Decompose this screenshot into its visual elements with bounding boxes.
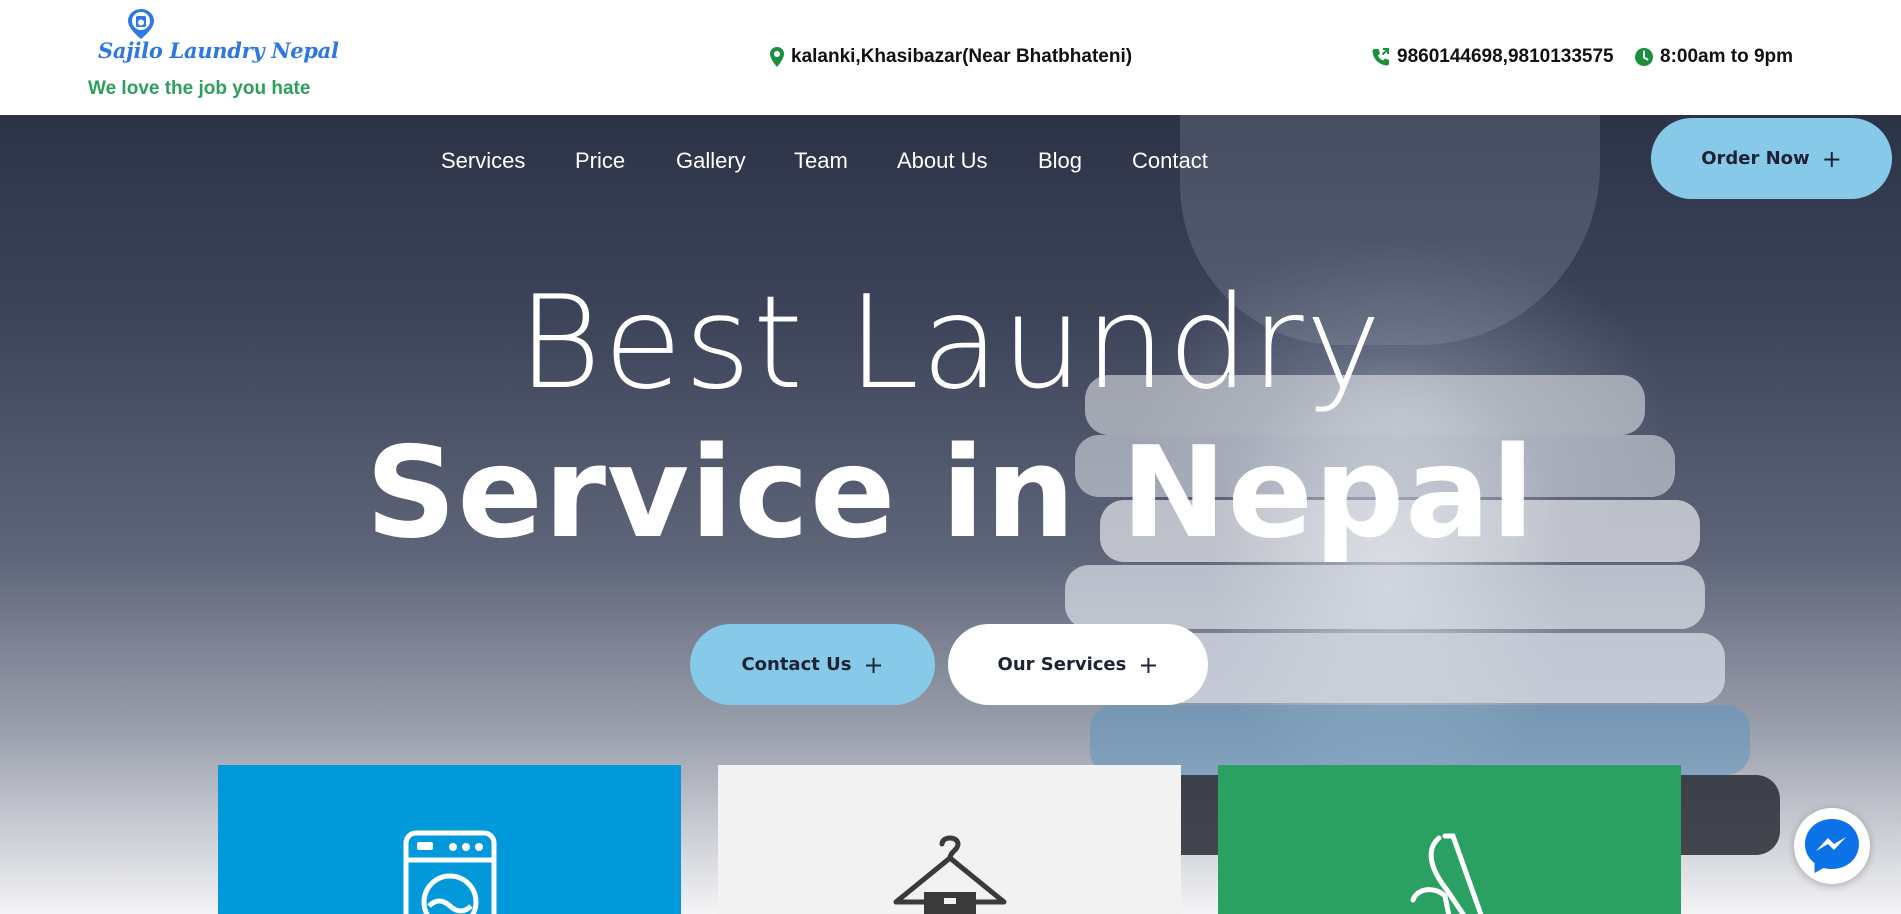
hero-section: Services Price Gallery Team About Us Blo… bbox=[0, 115, 1901, 914]
nav-item-blog[interactable]: Blog bbox=[1038, 148, 1082, 174]
plus-icon: + bbox=[1138, 650, 1159, 679]
our-services-label: Our Services bbox=[997, 654, 1127, 675]
plus-icon: + bbox=[1821, 144, 1842, 173]
nav-item-price[interactable]: Price bbox=[575, 148, 625, 174]
feature-card-washing[interactable] bbox=[218, 765, 681, 914]
logo[interactable]: Sajilo Laundry Nepal bbox=[98, 8, 339, 68]
top-header: Sajilo Laundry Nepal We love the job you… bbox=[0, 0, 1901, 115]
logo-pin-icon bbox=[128, 9, 154, 39]
logo-text: Sajilo Laundry Nepal bbox=[98, 38, 339, 63]
nav-item-about-us[interactable]: About Us bbox=[897, 148, 988, 174]
hours-text: 8:00am to 9pm bbox=[1660, 46, 1794, 67]
iron-icon bbox=[1410, 833, 1483, 914]
clock-icon bbox=[1635, 48, 1653, 66]
tagline: We love the job you hate bbox=[88, 78, 311, 99]
map-pin-icon bbox=[770, 47, 784, 67]
phone-text: 9860144698,9810133575 bbox=[1397, 46, 1614, 67]
messenger-icon bbox=[1805, 819, 1859, 873]
feature-card-ironing[interactable] bbox=[718, 765, 1181, 914]
hours-info: 8:00am to 9pm bbox=[1634, 46, 1793, 68]
messenger-chat-button[interactable] bbox=[1794, 808, 1870, 884]
washing-machine-icon bbox=[403, 830, 496, 914]
plus-icon: + bbox=[863, 650, 884, 679]
feature-card-cleaning[interactable] bbox=[1218, 765, 1681, 914]
hero-title-line1: Best Laundry bbox=[517, 269, 1384, 418]
address-info: kalanki,Khasibazar(Near Bhatbhateni) bbox=[769, 46, 1132, 68]
phone-info[interactable]: 9860144698,9810133575 bbox=[1371, 46, 1614, 68]
contact-us-button[interactable]: Contact Us + bbox=[690, 624, 935, 705]
hanger-icon bbox=[893, 835, 1006, 914]
our-services-button[interactable]: Our Services + bbox=[948, 624, 1208, 705]
nav-item-contact[interactable]: Contact bbox=[1132, 148, 1208, 174]
address-text: kalanki,Khasibazar(Near Bhatbhateni) bbox=[791, 46, 1133, 67]
order-now-label: Order Now bbox=[1701, 148, 1810, 169]
nav-item-team[interactable]: Team bbox=[794, 148, 848, 174]
phone-icon bbox=[1372, 48, 1389, 66]
nav-item-services[interactable]: Services bbox=[441, 148, 525, 174]
order-now-button[interactable]: Order Now + bbox=[1651, 118, 1892, 199]
contact-us-label: Contact Us bbox=[741, 654, 852, 675]
nav-item-gallery[interactable]: Gallery bbox=[676, 148, 746, 174]
hero-title-line2: Service in Nepal bbox=[365, 419, 1536, 566]
